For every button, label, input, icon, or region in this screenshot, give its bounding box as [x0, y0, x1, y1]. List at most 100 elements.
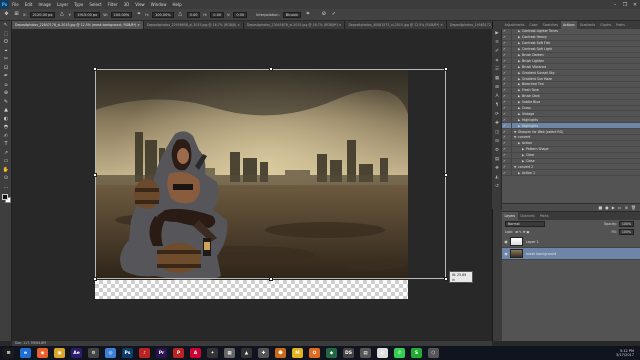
- canvas-area[interactable]: W: 25.89 in H: 15.86 in: [12, 29, 492, 341]
- panel-dock-icon[interactable]: ▤: [492, 155, 502, 164]
- taskbar-app-icon[interactable]: ◎: [105, 348, 116, 358]
- play-button[interactable]: ▶: [612, 205, 615, 210]
- taskbar-app-icon[interactable]: ◉: [37, 348, 48, 358]
- x-field[interactable]: 2120.00 px: [29, 11, 56, 18]
- dialog-toggle[interactable]: [507, 170, 512, 176]
- new-action-button[interactable]: ⊞: [625, 205, 628, 210]
- taskbar-app-icon[interactable]: ♪: [139, 348, 150, 358]
- panel-dock-icon[interactable]: ¶: [492, 101, 502, 110]
- tool-icon[interactable]: ◐: [0, 115, 12, 124]
- transform-handle-right[interactable]: [444, 173, 448, 177]
- taskbar-app-icon[interactable]: ✆: [394, 348, 405, 358]
- dialog-toggle[interactable]: [507, 105, 512, 111]
- taskbar-app-icon[interactable]: ▣: [54, 348, 65, 358]
- tool-icon[interactable]: ⌖: [0, 47, 12, 56]
- taskbar-app-icon[interactable]: ▲: [241, 348, 252, 358]
- dialog-toggle[interactable]: [507, 99, 512, 105]
- h-skew-field[interactable]: 0.00: [210, 11, 225, 18]
- dialog-toggle[interactable]: [507, 40, 512, 46]
- dialog-toggle[interactable]: [507, 123, 512, 129]
- close-button[interactable]: ✕: [630, 2, 640, 8]
- tab-color[interactable]: Color: [527, 21, 540, 29]
- color-swatches[interactable]: [0, 193, 11, 209]
- tool-icon[interactable]: ↗: [0, 149, 12, 158]
- dialog-toggle[interactable]: [507, 129, 512, 135]
- taskbar-app-icon[interactable]: ⊞: [3, 348, 14, 358]
- taskbar-app-icon[interactable]: ☻: [275, 348, 286, 358]
- taskbar-app-icon[interactable]: ▤: [360, 348, 371, 358]
- dialog-toggle[interactable]: [507, 46, 512, 52]
- tool-icon[interactable]: ✂: [0, 55, 12, 64]
- v-skew-field[interactable]: 0.00: [233, 11, 248, 18]
- action-row[interactable]: ✓ ▶ Action 1: [502, 170, 640, 177]
- panel-dock-icon[interactable]: ❖: [492, 164, 502, 173]
- panel-dock-icon[interactable]: ⊞: [492, 83, 502, 92]
- panel-dock-icon[interactable]: ≡: [492, 38, 502, 47]
- dialog-toggle[interactable]: [507, 146, 512, 152]
- tool-icon[interactable]: ⬚: [0, 30, 12, 39]
- menu-window[interactable]: Window: [148, 2, 170, 7]
- tab-glyphs[interactable]: Glyphs: [598, 21, 614, 29]
- dialog-toggle[interactable]: [507, 152, 512, 158]
- dialog-toggle[interactable]: [507, 140, 512, 146]
- taskbar-app-icon[interactable]: P: [173, 348, 184, 358]
- maximize-button[interactable]: ❐: [620, 2, 630, 8]
- document-tab[interactable]: Depositphotos_22956658_xl-2015.jpg @ 16.…: [143, 21, 244, 29]
- menu-select[interactable]: Select: [86, 2, 104, 7]
- layer-row[interactable]: ◉ Layer 1: [502, 236, 640, 248]
- transform-handle-top[interactable]: [269, 67, 273, 71]
- panel-dock-icon[interactable]: ☰: [492, 65, 502, 74]
- transform-handle-left[interactable]: [93, 173, 97, 177]
- warp-icon[interactable]: ⌗: [304, 11, 311, 18]
- taskbar-app-icon[interactable]: ▦: [224, 348, 235, 358]
- menu-file[interactable]: File: [9, 2, 22, 7]
- relative-position-icon[interactable]: △: [58, 11, 65, 18]
- tool-icon[interactable]: ⊙: [0, 174, 12, 183]
- tab-paths[interactable]: Paths: [614, 21, 628, 29]
- angle-field[interactable]: 0.00: [186, 11, 201, 18]
- panel-dock-icon[interactable]: ✐: [492, 47, 502, 56]
- taskbar-app-icon[interactable]: ◐: [377, 348, 388, 358]
- panel-dock-icon[interactable]: ◭: [492, 173, 502, 182]
- taskbar-app-icon[interactable]: ✚: [258, 348, 269, 358]
- panel-dock-icon[interactable]: ▦: [492, 74, 502, 83]
- cancel-transform-icon[interactable]: ⊘: [320, 11, 327, 18]
- lock-icons[interactable]: ⊠ ✎ ✥ ▣: [515, 230, 529, 234]
- transform-handle-top-left[interactable]: [93, 67, 97, 71]
- document-tab[interactable]: Depositphotos_14985172_xl-2015.jpg @ 25%…: [446, 21, 492, 29]
- menu-image[interactable]: Image: [35, 2, 54, 7]
- tab-swatches[interactable]: Swatches: [540, 21, 560, 29]
- taskbar-app-icon[interactable]: DS: [343, 348, 354, 358]
- panel-dock-icon[interactable]: ↺: [492, 182, 502, 191]
- fill-field[interactable]: 100%: [618, 229, 634, 235]
- taskbar-app-icon[interactable]: S: [411, 348, 422, 358]
- document-tab[interactable]: Depositphotos_23045876_xl-2015.jpg @ 16.…: [243, 21, 346, 29]
- document-tab[interactable]: Depositphotos_22847178_xl-2015.jpg @ 12.…: [12, 21, 144, 29]
- menu-help[interactable]: Help: [169, 2, 184, 7]
- dialog-toggle[interactable]: [507, 28, 512, 34]
- document-tab[interactable]: Depositphotos_40081573_xl-2015.jpg @ 12.…: [345, 21, 447, 29]
- minimize-button[interactable]: –: [610, 2, 620, 8]
- tool-icon[interactable]: …: [0, 183, 12, 192]
- tool-icon[interactable]: ✋: [0, 166, 12, 175]
- y-field[interactable]: 1915.00 px: [74, 11, 101, 18]
- taskbar-app-icon[interactable]: ✪: [309, 348, 320, 358]
- panel-dock-icon[interactable]: ⟳: [492, 110, 502, 119]
- tab-actions[interactable]: Actions: [560, 21, 578, 29]
- tool-icon[interactable]: ʘ: [0, 38, 12, 47]
- dialog-toggle[interactable]: [507, 81, 512, 87]
- taskbar-app-icon[interactable]: Pr: [156, 348, 167, 358]
- opacity-field[interactable]: 100%: [618, 221, 634, 227]
- tool-icon[interactable]: ↖: [0, 21, 12, 30]
- menu-edit[interactable]: Edit: [22, 2, 36, 7]
- tool-icon[interactable]: ▭: [0, 157, 12, 166]
- tool-icon[interactable]: ✍: [0, 132, 12, 141]
- dialog-toggle[interactable]: [507, 93, 512, 99]
- transform-handle-bottom-left[interactable]: [93, 277, 97, 281]
- menu-3d[interactable]: 3D: [121, 2, 133, 7]
- tool-icon[interactable]: ⊕: [0, 89, 12, 98]
- layer-row[interactable]: ◉ mask background: [502, 248, 640, 260]
- dialog-toggle[interactable]: [507, 34, 512, 40]
- width-field[interactable]: 100.00%: [110, 11, 133, 18]
- dialog-toggle[interactable]: [507, 64, 512, 70]
